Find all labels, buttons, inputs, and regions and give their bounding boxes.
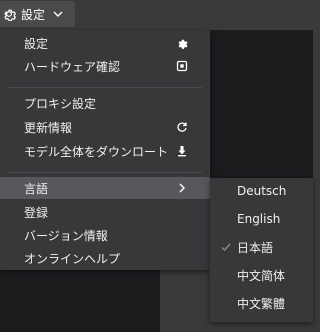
language-option-label: 中文繁體 <box>237 296 286 311</box>
language-option-label: 日本語 <box>237 240 274 255</box>
menu-item-label: プロキシ設定 <box>24 96 97 111</box>
settings-dropdown-menu: 設定 ハードウェア確認 プロキシ設定 更新情報 モデル全体をダウンロート 言語 … <box>0 30 210 270</box>
background-panel <box>210 30 313 178</box>
chevron-right-icon <box>176 182 188 194</box>
menu-item-update-info[interactable]: 更新情報 <box>0 116 210 138</box>
menu-item-download-all-models[interactable]: モデル全体をダウンロート <box>0 140 210 162</box>
background-panel <box>0 270 160 332</box>
menu-item-label: 言語 <box>24 181 49 196</box>
menu-item-label: 更新情報 <box>24 120 73 135</box>
menu-separator <box>8 87 202 88</box>
language-option-chinese-traditional[interactable]: 中文繁體 <box>210 290 313 316</box>
menu-item-label: 設定 <box>24 36 49 51</box>
menu-item-label: オンラインヘルプ <box>24 251 121 266</box>
chevron-down-icon <box>53 11 63 17</box>
menu-item-online-help[interactable]: オンラインヘルプ <box>0 247 210 269</box>
menu-item-proxy-settings[interactable]: プロキシ設定 <box>0 92 210 114</box>
menu-item-language[interactable]: 言語 <box>0 177 210 199</box>
refresh-icon <box>176 121 188 133</box>
menu-separator <box>8 172 202 173</box>
menu-item-hardware-check[interactable]: ハードウェア確認 <box>0 55 210 77</box>
menu-item-version-info[interactable]: バージョン情報 <box>0 224 210 246</box>
gear-icon <box>4 9 16 21</box>
checkmark-icon <box>221 243 231 252</box>
menu-item-register[interactable]: 登録 <box>0 201 210 223</box>
language-option-label: 中文简体 <box>237 268 286 283</box>
menu-item-label: 登録 <box>24 205 49 220</box>
language-submenu: Deutsch English 日本語 中文简体 中文繁體 <box>210 178 313 322</box>
download-icon <box>176 145 188 157</box>
menu-item-label: モデル全体をダウンロート <box>24 144 169 159</box>
menu-item-label: バージョン情報 <box>24 228 108 243</box>
top-bar: 設定 <box>0 0 313 30</box>
language-option-deutsch[interactable]: Deutsch <box>210 178 313 204</box>
language-option-japanese[interactable]: 日本語 <box>210 234 313 260</box>
language-option-label: English <box>237 212 281 226</box>
menu-item-label: ハードウェア確認 <box>24 59 121 74</box>
gear-icon <box>176 37 188 49</box>
menu-item-settings[interactable]: 設定 <box>0 32 210 54</box>
settings-menu-button[interactable]: 設定 <box>0 1 75 27</box>
chip-icon <box>176 60 188 72</box>
language-option-chinese-simplified[interactable]: 中文简体 <box>210 262 313 288</box>
language-option-english[interactable]: English <box>210 206 313 232</box>
language-option-label: Deutsch <box>237 184 287 198</box>
settings-menu-label: 設定 <box>21 7 46 22</box>
